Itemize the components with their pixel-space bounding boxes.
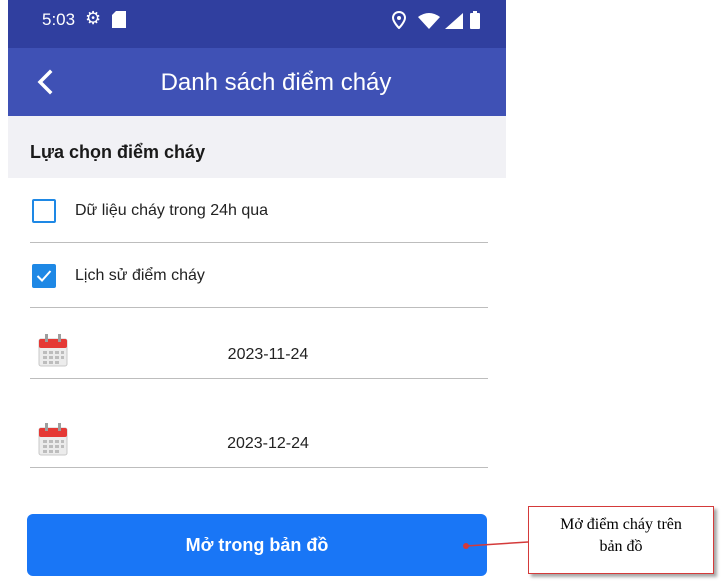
callout-text-line1: Mở điểm cháy trên [560, 516, 682, 533]
annotation-callout: Mở điểm cháy trên bản đồ [528, 506, 714, 574]
annotation-connector [463, 541, 529, 549]
callout-text-line2: bản đồ [599, 538, 643, 555]
